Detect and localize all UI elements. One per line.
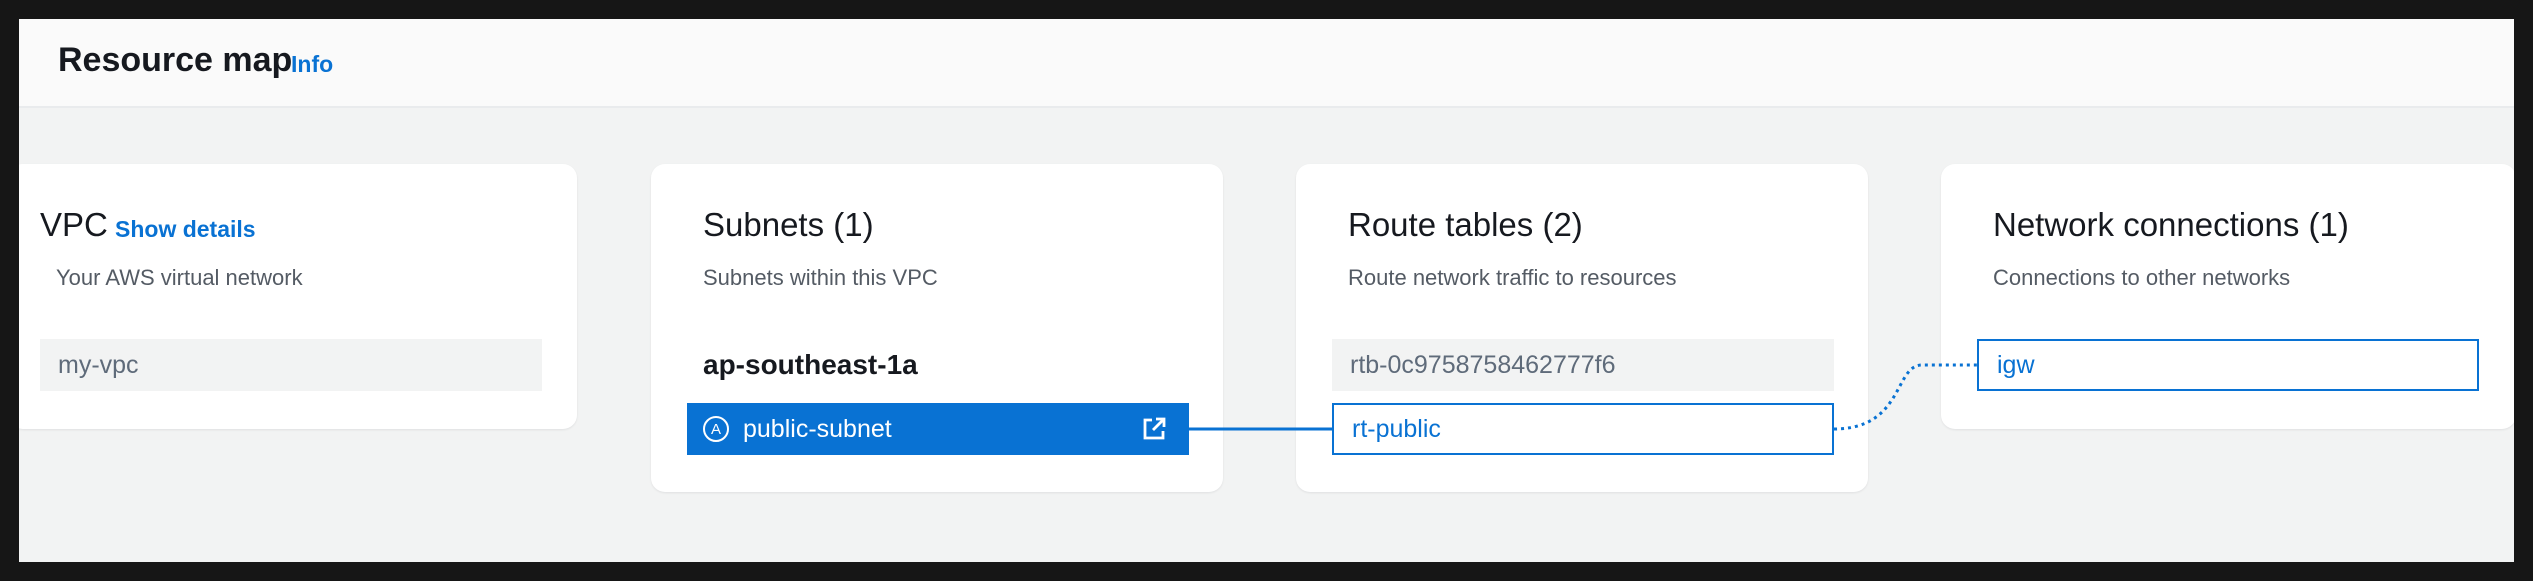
resource-connectors: [1187, 363, 1977, 431]
resource-map-panel: Resource map Info VPC Show details Your …: [19, 19, 2514, 562]
route-table-igw-connector: [1833, 363, 1977, 431]
